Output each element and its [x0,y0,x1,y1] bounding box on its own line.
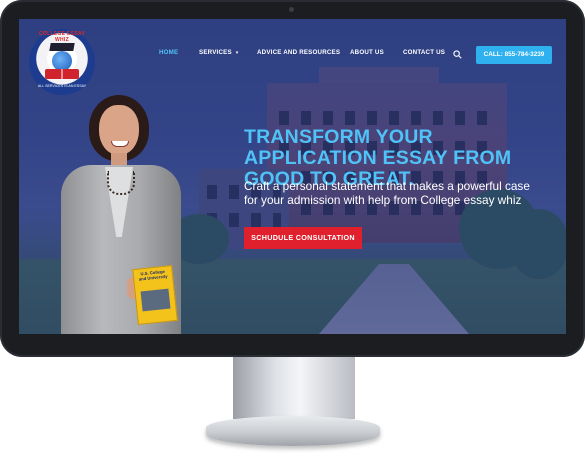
search-icon[interactable] [453,50,462,59]
nav-contact-us[interactable]: CONTACT US [403,49,445,56]
nav-advice-resources[interactable]: ADVICE AND RESOURCES [257,49,340,56]
dropdown-caret-icon: ▾ [235,50,239,56]
nav-services-label: SERVICES [199,49,232,56]
book-icon [45,69,79,79]
logo-title: COLLEGE ESSAY WHIZ [39,31,85,43]
hero-person-photo: U.S. College and University [39,91,189,334]
nav-services[interactable]: SERVICES ▾ [199,49,239,56]
schedule-consultation-button[interactable]: SCHUDULE CONSULTATION [244,227,362,249]
nav-about-us[interactable]: ABOUT US [350,49,384,56]
hero-subheadline: Craft a personal statement that makes a … [244,179,530,207]
college-guide-book: U.S. College and University [132,265,178,325]
monitor-stand [233,357,355,419]
nav-home[interactable]: HOME [159,49,178,56]
monitor-frame: COLLEGE ESSAY WHIZ ALL SERVICES IS AN ES… [0,0,585,357]
book-title: U.S. College and University [138,268,168,282]
webcam [289,7,294,12]
website-screen: COLLEGE ESSAY WHIZ ALL SERVICES IS AN ES… [19,19,566,334]
logo-tagline: ALL SERVICES IS AN ESSAY [37,84,87,88]
monitor-base [206,416,380,446]
call-button[interactable]: CALL: 855-784-3239 [476,46,552,64]
